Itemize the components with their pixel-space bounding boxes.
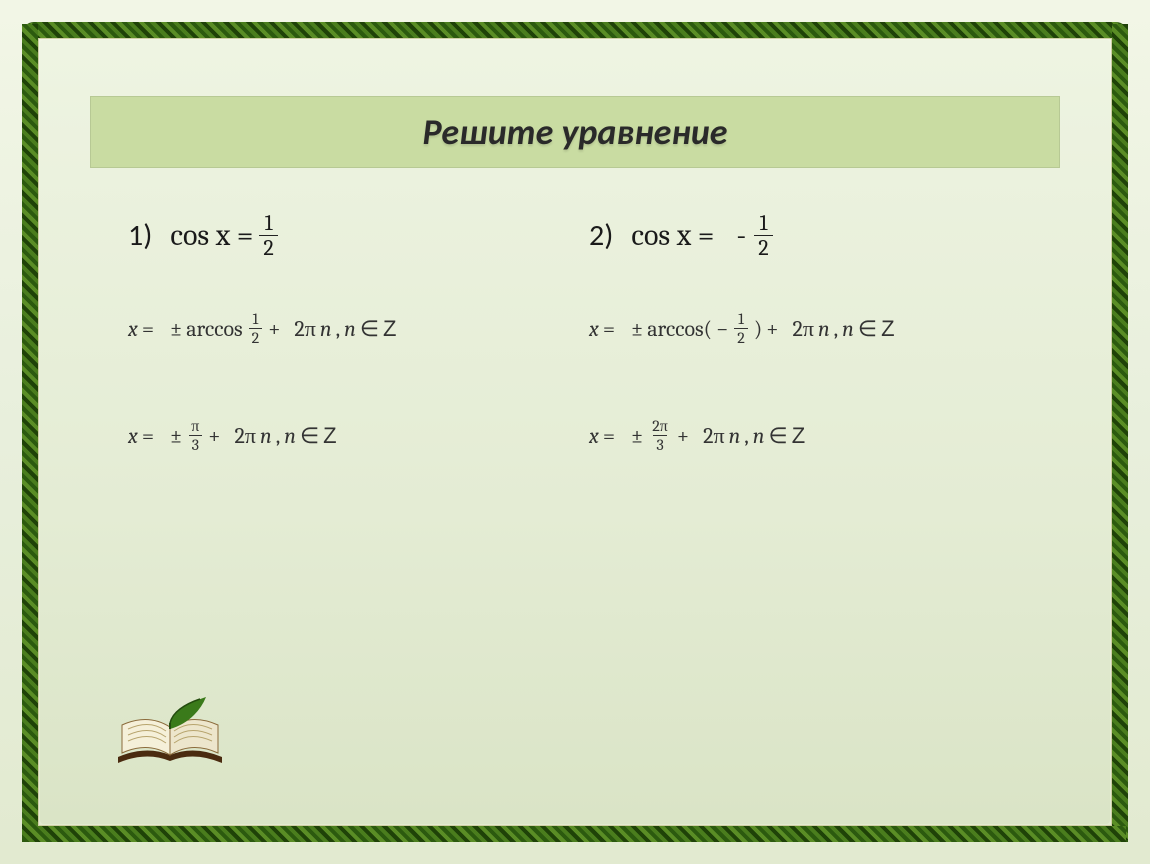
slide-inner: Решите уравнение 1) cos x = 1 2: [40, 40, 1110, 824]
problem-2: 2) cos x = - 1 2: [589, 212, 1050, 259]
book-icon: [110, 693, 230, 778]
content-area: 1) cos x = 1 2 x = ± arccos: [128, 212, 1050, 525]
problem-1-number: 1): [128, 217, 152, 254]
title-bar: Решите уравнение: [90, 96, 1060, 168]
problem-2-number: 2): [589, 217, 613, 254]
problem-1-step-2: x = ± π 3 + 2πn, n ∈ Z: [128, 418, 589, 453]
problem-1: 1) cos x = 1 2: [128, 212, 589, 259]
border-top: [24, 22, 1126, 38]
problem-1-step-1: x = ± arccos 1 2 + 2πn, n ∈: [128, 311, 589, 346]
frac-denominator: 2: [259, 235, 277, 259]
problem-2-step-1: x = ± arccos( − 1 2 ) + 2πn,: [589, 311, 1050, 346]
problem-2-step-2: x = ± 2π 3 + 2πn, n ∈ Z: [589, 418, 1050, 453]
column-2: 2) cos x = - 1 2 x = ±: [589, 212, 1050, 525]
border-left: [22, 24, 38, 840]
problem-2-lhs: cos x =: [631, 218, 714, 253]
problems-row: 1) cos x = 1 2 x = ± arccos: [128, 212, 1050, 525]
problem-1-lhs: cos x =: [170, 218, 253, 253]
problem-2-minus: -: [736, 218, 746, 253]
border-right: [1112, 24, 1128, 840]
problem-1-fraction: 1 2: [259, 212, 277, 259]
problem-2-fraction: 1 2: [754, 212, 772, 259]
frac-numerator: 1: [261, 212, 277, 235]
border-bottom: [24, 826, 1126, 842]
slide-title: Решите уравнение: [423, 110, 728, 154]
slide-frame: Решите уравнение 1) cos x = 1 2: [22, 22, 1128, 842]
column-1: 1) cos x = 1 2 x = ± arccos: [128, 212, 589, 525]
